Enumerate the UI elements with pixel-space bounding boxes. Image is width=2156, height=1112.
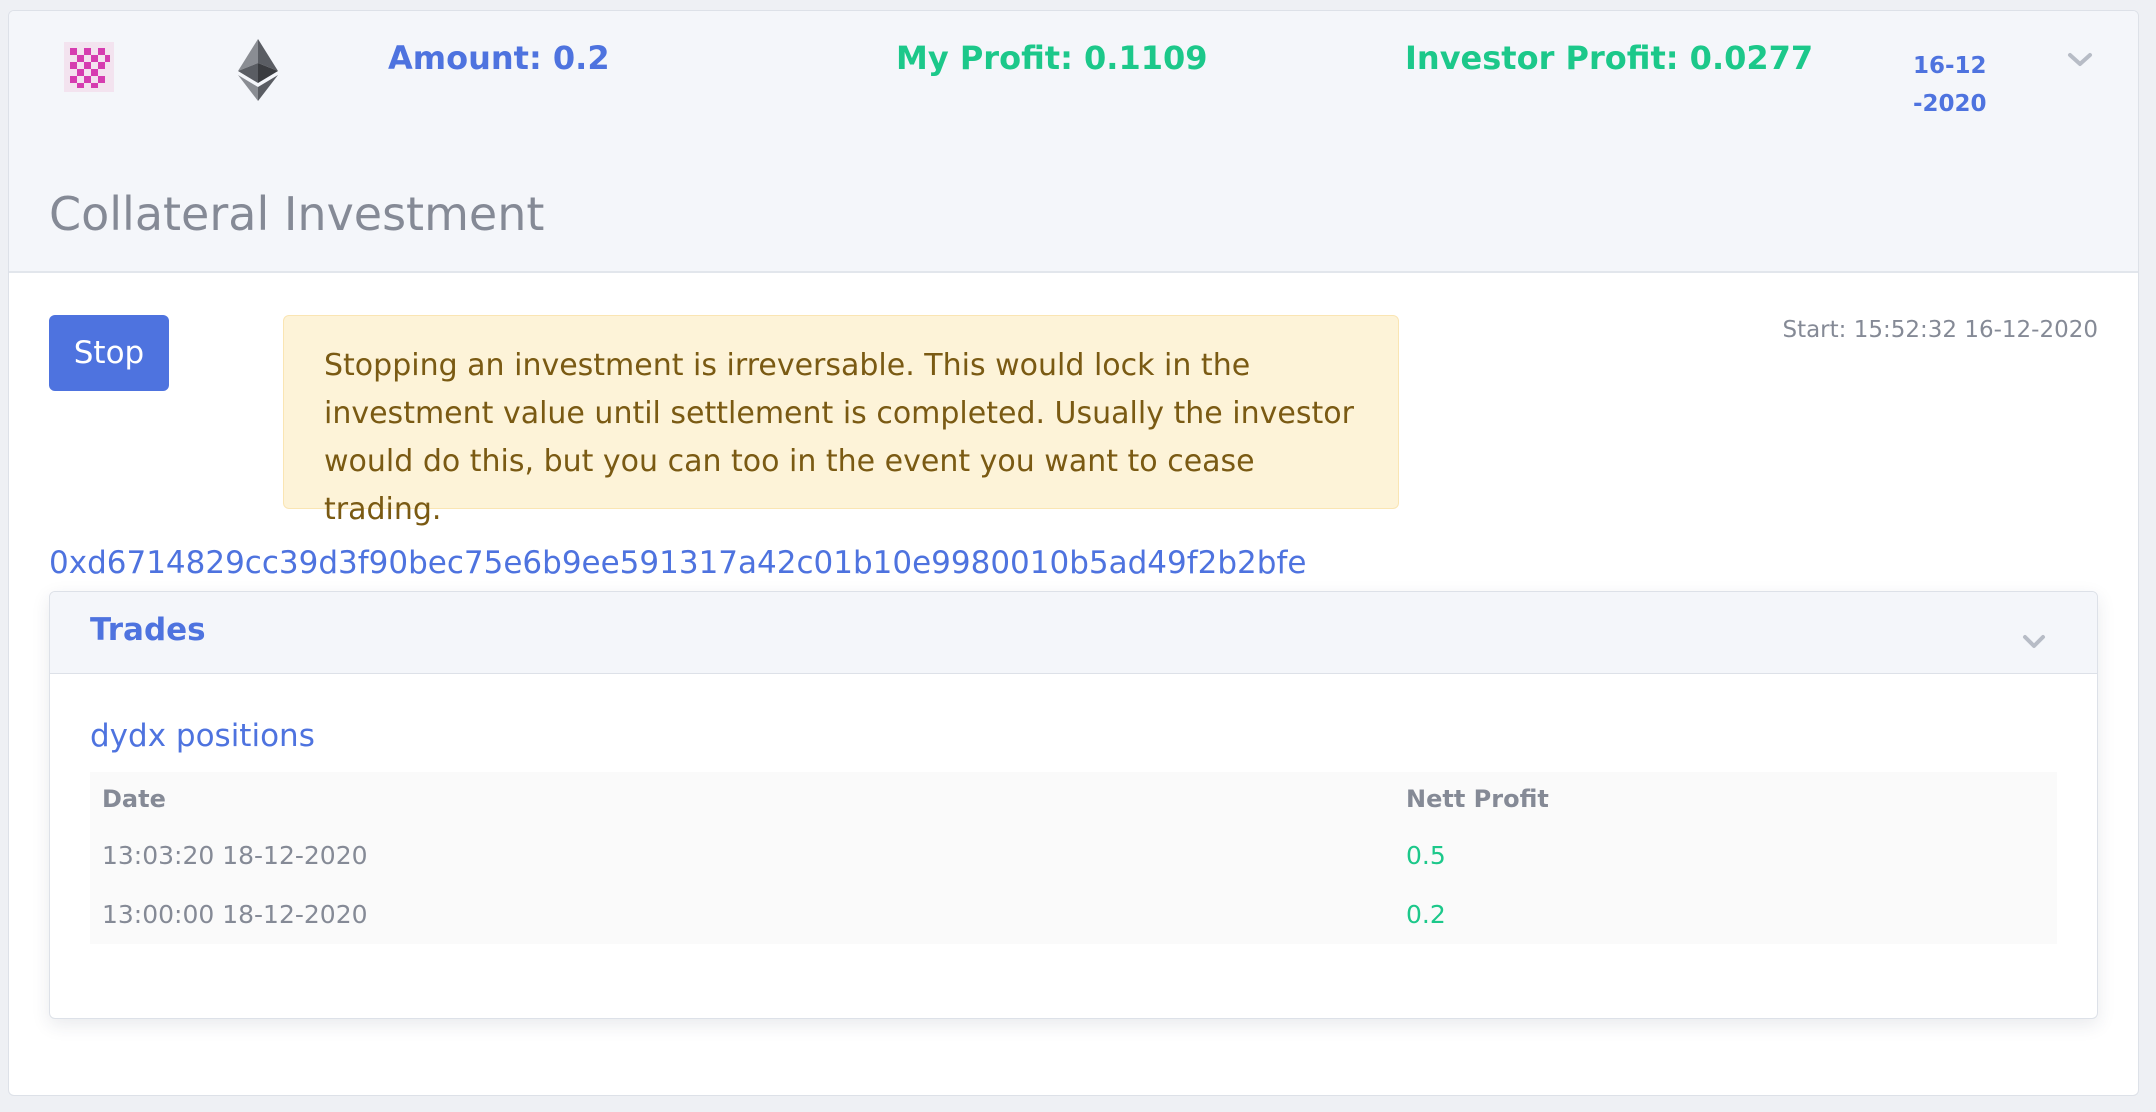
- stop-button[interactable]: Stop: [49, 315, 169, 391]
- trades-panel: Trades dydx positions Date Nett Profit 1…: [49, 591, 2098, 1019]
- trades-title: Trades: [90, 612, 206, 648]
- table-row: 13:03:20 18-12-2020 0.5: [90, 826, 2057, 885]
- start-time: Start: 15:52:32 16-12-2020: [1782, 317, 2098, 343]
- token-icon: [64, 42, 114, 92]
- warning-alert: Stopping an investment is irreversable. …: [283, 315, 1399, 527]
- ethereum-icon: [238, 39, 278, 101]
- investment-card: Amount: 0.2 My Profit: 0.1109 Investor P…: [8, 10, 2139, 1096]
- table-header-row: Date Nett Profit: [90, 772, 2057, 826]
- column-header-nett-profit: Nett Profit: [1406, 785, 1549, 813]
- positions-subheading: dydx positions: [90, 718, 315, 754]
- trade-date: 13:03:20 18-12-2020: [102, 841, 368, 870]
- trades-header[interactable]: Trades: [50, 592, 2097, 674]
- amount-value: Amount: 0.2: [388, 39, 610, 77]
- trade-profit: 0.5: [1406, 841, 1446, 870]
- positions-table: Date Nett Profit 13:03:20 18-12-2020 0.5…: [90, 772, 2057, 944]
- column-header-date: Date: [102, 785, 166, 813]
- investment-summary-row[interactable]: Amount: 0.2 My Profit: 0.1109 Investor P…: [9, 11, 2138, 153]
- table-row: 13:00:00 18-12-2020 0.2: [90, 885, 2057, 944]
- section-title: Collateral Investment: [49, 187, 545, 241]
- trade-profit: 0.2: [1406, 900, 1446, 929]
- chevron-down-icon[interactable]: [2021, 632, 2047, 652]
- my-profit-value: My Profit: 0.1109: [896, 39, 1208, 77]
- investment-date: 16-12-2020: [1913, 53, 1987, 117]
- chevron-down-icon[interactable]: [2066, 49, 2094, 71]
- investor-profit-value: Investor Profit: 0.0277: [1405, 39, 1814, 77]
- trade-date: 13:00:00 18-12-2020: [102, 900, 368, 929]
- transaction-hash-link[interactable]: 0xd6714829cc39d3f90bec75e6b9ee591317a42c…: [49, 545, 1306, 581]
- section-header: Collateral Investment: [9, 151, 2138, 273]
